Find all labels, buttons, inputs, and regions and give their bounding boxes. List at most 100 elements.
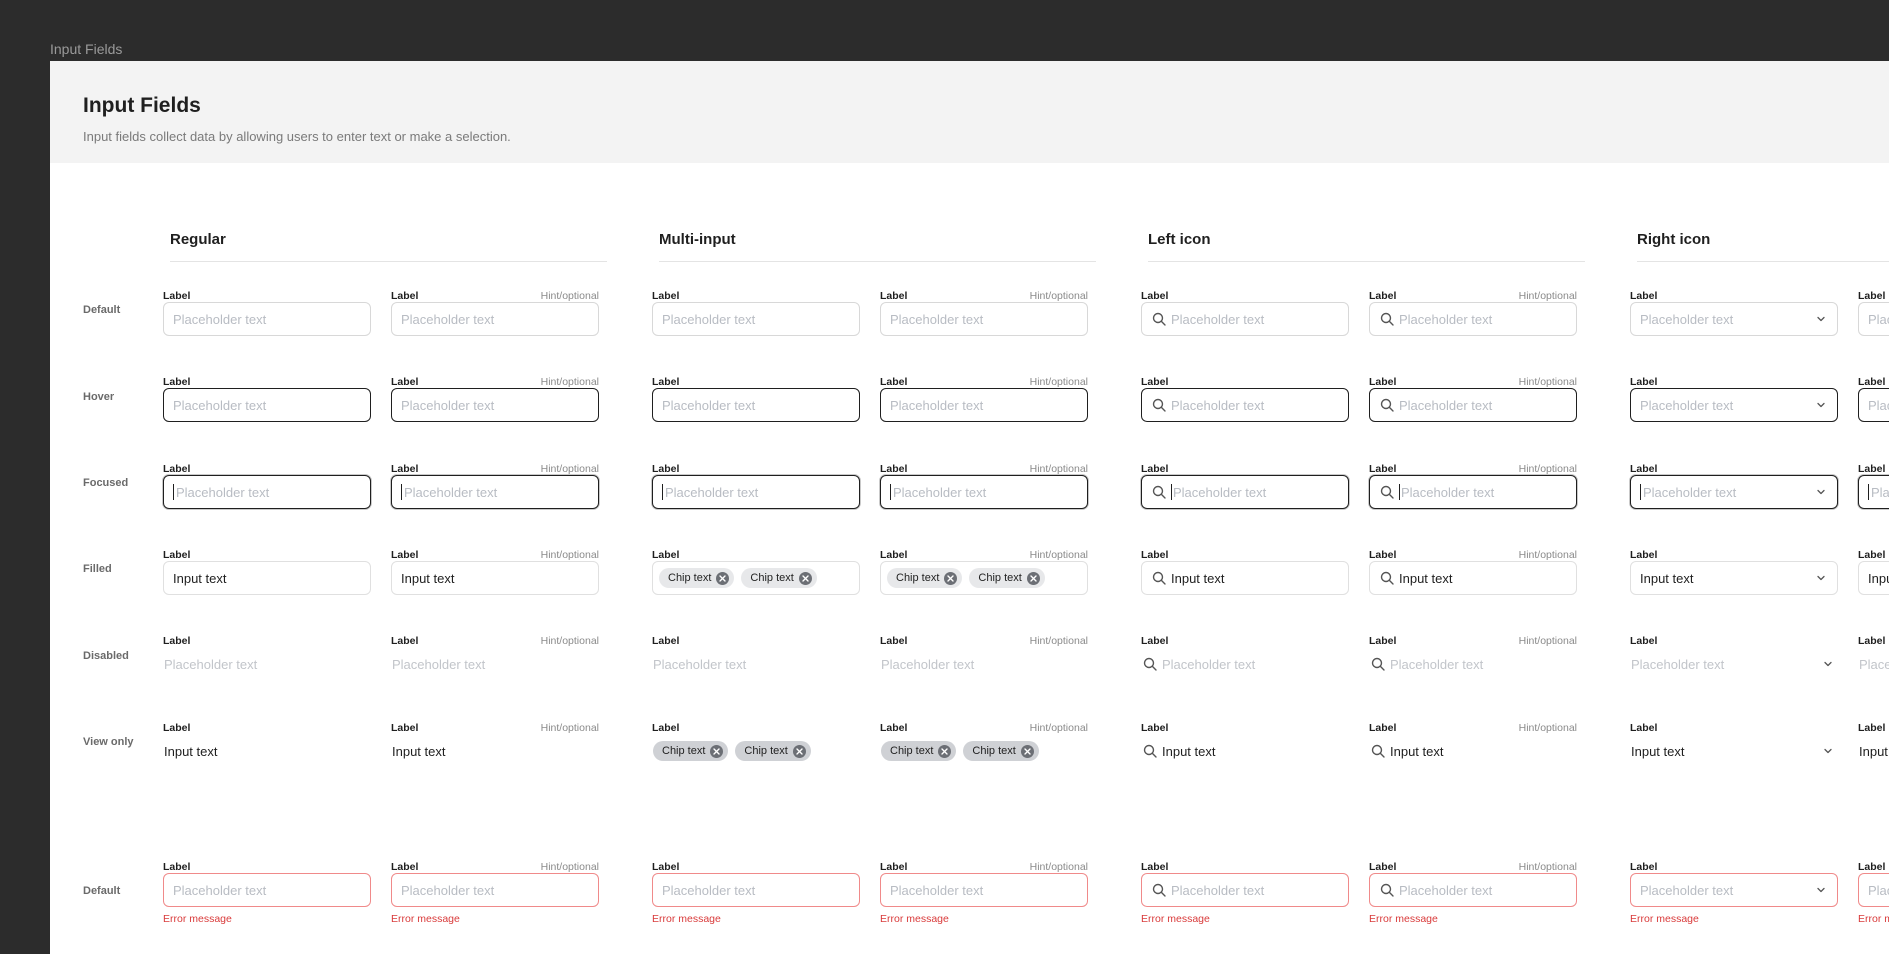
text-input[interactable]: Placeholder text <box>1369 873 1577 907</box>
chevron-down-icon[interactable] <box>1814 883 1828 897</box>
text-input[interactable]: Placeholder text <box>1141 873 1349 907</box>
text-input[interactable]: Placeholder text <box>880 475 1088 509</box>
input-field[interactable]: Label Placeholder text Error message <box>1141 861 1349 925</box>
input-field[interactable]: LabelHint/optionalPlaceholder text <box>1858 635 1889 672</box>
input-field[interactable]: Label Placeholder text <box>163 463 371 509</box>
text-input[interactable]: Placeholder text <box>1141 388 1349 422</box>
input-field[interactable]: LabelHint/optionalPlaceholder text <box>1369 376 1577 422</box>
input-field[interactable]: Label Placeholder text <box>163 635 371 672</box>
text-input[interactable]: Placeholder text <box>163 302 371 336</box>
text-input[interactable]: Input text <box>1630 561 1838 595</box>
text-input[interactable]: Placeholder text <box>1369 388 1577 422</box>
text-input[interactable]: Input text <box>1369 561 1577 595</box>
input-field[interactable]: Label Placeholder text <box>652 635 860 672</box>
input-field[interactable]: Label Placeholder text Error message <box>1630 861 1838 925</box>
input-field[interactable]: LabelHint/optionalPlaceholder text <box>880 635 1088 672</box>
text-input[interactable]: Input text <box>391 561 599 595</box>
close-icon[interactable] <box>938 744 952 758</box>
text-input[interactable]: Placeholder text <box>880 388 1088 422</box>
input-field[interactable]: LabelHint/optionalPlaceholder text <box>880 290 1088 336</box>
input-field[interactable]: LabelHint/optionalPlaceholder text <box>1858 376 1889 422</box>
chevron-down-icon[interactable] <box>1821 744 1835 758</box>
input-field[interactable]: Label Input text <box>163 549 371 595</box>
input-field[interactable]: Label Placeholder text <box>1141 290 1349 336</box>
input-field[interactable]: LabelHint/optionalInput text <box>1858 722 1889 759</box>
input-field[interactable]: Label Placeholder text <box>1630 376 1838 422</box>
text-input[interactable]: Placeholder text <box>1858 388 1889 422</box>
input-field[interactable]: Label Chip text Chip text <box>652 549 860 595</box>
input-field[interactable]: LabelHint/optionalPlaceholder text <box>1858 463 1889 509</box>
text-input[interactable]: Placeholder text <box>880 873 1088 907</box>
input-field[interactable]: Label Placeholder text <box>1141 376 1349 422</box>
text-input[interactable]: Input text <box>1141 561 1349 595</box>
input-field[interactable]: Label Hint/optional Chip text Chip text <box>880 549 1088 595</box>
text-input[interactable]: Placeholder text <box>1858 873 1889 907</box>
input-field[interactable]: LabelHint/optionalPlaceholder text <box>880 463 1088 509</box>
text-input[interactable]: Placeholder text <box>1630 302 1838 336</box>
input-field[interactable]: Label Input text <box>1630 722 1838 759</box>
text-input[interactable]: Placeholder text <box>1858 302 1889 336</box>
input-field[interactable]: Label Input text <box>1141 549 1349 595</box>
input-field[interactable]: Label Placeholder text <box>163 376 371 422</box>
text-input[interactable]: Placeholder text <box>1630 873 1838 907</box>
input-field[interactable]: LabelHint/optionalPlaceholder text <box>1369 463 1577 509</box>
text-input[interactable]: Placeholder text <box>391 873 599 907</box>
input-field[interactable]: LabelHint/optionalPlaceholder text <box>391 463 599 509</box>
text-input[interactable]: Placeholder text <box>391 302 599 336</box>
input-field[interactable]: Label Placeholder text Error message <box>652 861 860 925</box>
input-field[interactable]: Label Placeholder text <box>163 290 371 336</box>
input-field[interactable]: LabelHint/optionalPlaceholder textError … <box>391 861 599 925</box>
text-input[interactable]: Placeholder text <box>391 475 599 509</box>
close-icon[interactable] <box>798 571 812 585</box>
input-field[interactable]: Label Input text <box>1630 549 1838 595</box>
text-input[interactable]: Placeholder text <box>1141 475 1349 509</box>
input-field[interactable]: LabelHint/optionalPlaceholder textError … <box>880 861 1088 925</box>
text-input[interactable]: Placeholder text <box>163 873 371 907</box>
text-input[interactable]: Chip text Chip text <box>880 561 1088 595</box>
input-field[interactable]: LabelHint/optionalInput text <box>1858 549 1889 595</box>
text-input[interactable]: Placeholder text <box>652 302 860 336</box>
text-input[interactable]: Input text <box>163 561 371 595</box>
input-field[interactable]: LabelHint/optionalPlaceholder text <box>1369 290 1577 336</box>
input-field[interactable]: Label Placeholder text <box>1141 463 1349 509</box>
text-input[interactable]: Placeholder text <box>1858 475 1889 509</box>
input-field[interactable]: Label Input text <box>163 722 371 759</box>
text-input[interactable]: Placeholder text <box>652 475 860 509</box>
input-field[interactable]: LabelHint/optionalPlaceholder text <box>1858 290 1889 336</box>
close-icon[interactable] <box>1026 571 1040 585</box>
input-field[interactable]: LabelHint/optionalPlaceholder text <box>1369 635 1577 672</box>
input-field[interactable]: LabelHint/optionalPlaceholder text <box>391 635 599 672</box>
text-input[interactable]: Placeholder text <box>1141 302 1349 336</box>
input-field[interactable]: Label Placeholder text Error message <box>163 861 371 925</box>
chevron-down-icon[interactable] <box>1814 485 1828 499</box>
input-field[interactable]: Label Hint/optional Chip text Chip text <box>880 722 1088 761</box>
chevron-down-icon[interactable] <box>1814 571 1828 585</box>
input-field[interactable]: LabelHint/optionalInput text <box>1369 549 1577 595</box>
text-input[interactable]: Placeholder text <box>1369 302 1577 336</box>
text-input[interactable]: Placeholder text <box>652 873 860 907</box>
text-input[interactable]: Placeholder text <box>880 302 1088 336</box>
input-field[interactable]: Label Chip text Chip text <box>652 722 860 761</box>
input-field[interactable]: Label Placeholder text <box>1630 635 1838 672</box>
input-field[interactable]: LabelHint/optionalInput text <box>391 722 599 759</box>
input-field[interactable]: Label Placeholder text <box>1630 463 1838 509</box>
input-field[interactable]: Label Placeholder text <box>652 290 860 336</box>
input-field[interactable]: Label Placeholder text <box>652 376 860 422</box>
close-icon[interactable] <box>716 571 730 585</box>
text-input[interactable]: Placeholder text <box>163 388 371 422</box>
input-field[interactable]: LabelHint/optionalPlaceholder text <box>391 376 599 422</box>
text-input[interactable]: Chip text Chip text <box>652 561 860 595</box>
input-field[interactable]: LabelHint/optionalPlaceholder text <box>391 290 599 336</box>
chevron-down-icon[interactable] <box>1821 657 1835 671</box>
input-field[interactable]: LabelHint/optionalInput text <box>1369 722 1577 759</box>
close-icon[interactable] <box>944 571 958 585</box>
text-input[interactable]: Input text <box>1858 561 1889 595</box>
input-field[interactable]: LabelHint/optionalPlaceholder text <box>880 376 1088 422</box>
close-icon[interactable] <box>710 744 724 758</box>
input-field[interactable]: Label Placeholder text <box>652 463 860 509</box>
chevron-down-icon[interactable] <box>1814 398 1828 412</box>
text-input[interactable]: Placeholder text <box>391 388 599 422</box>
input-field[interactable]: LabelHint/optionalPlaceholder textError … <box>1858 861 1889 925</box>
text-input[interactable]: Placeholder text <box>1630 388 1838 422</box>
input-field[interactable]: LabelHint/optionalInput text <box>391 549 599 595</box>
